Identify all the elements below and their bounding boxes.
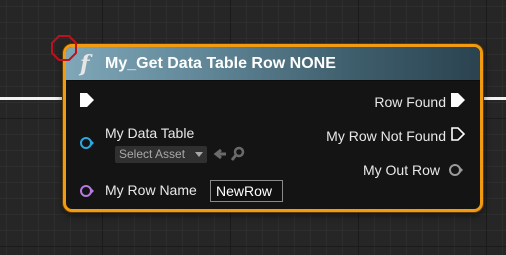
node-header[interactable]: f My_Get Data Table Row NONE: [66, 47, 480, 81]
breakpoint-marker-icon[interactable]: [50, 34, 78, 62]
row-not-found-label: My Row Not Found: [326, 128, 446, 144]
row-name-label: My Row Name: [105, 182, 197, 198]
exec-wire-out[interactable]: [484, 97, 506, 100]
select-asset-dropdown[interactable]: Select Asset: [115, 146, 207, 163]
exec-out-row-found-icon[interactable]: [450, 92, 466, 108]
node-title: My_Get Data Table Row NONE: [105, 55, 336, 72]
data-table-label: My Data Table: [105, 125, 195, 141]
use-selected-arrow-icon[interactable]: [213, 147, 227, 161]
chevron-down-icon: [195, 152, 203, 157]
exec-out-row-not-found-icon[interactable]: [450, 126, 466, 142]
out-row-label: My Out Row: [362, 162, 440, 178]
function-node[interactable]: f My_Get Data Table Row NONE My Data Tab…: [63, 44, 483, 212]
exec-in-icon[interactable]: [79, 92, 95, 108]
row-name-input[interactable]: NewRow: [210, 180, 283, 202]
data-table-pin-icon[interactable]: [80, 136, 94, 150]
out-row-pin-icon[interactable]: [449, 163, 463, 177]
select-asset-label: Select Asset: [119, 147, 186, 161]
browse-magnifier-icon[interactable]: [230, 146, 246, 162]
function-icon: f: [80, 51, 90, 77]
row-found-label: Row Found: [374, 94, 446, 110]
row-name-pin-icon[interactable]: [80, 184, 94, 198]
exec-wire-in[interactable]: [0, 97, 66, 100]
